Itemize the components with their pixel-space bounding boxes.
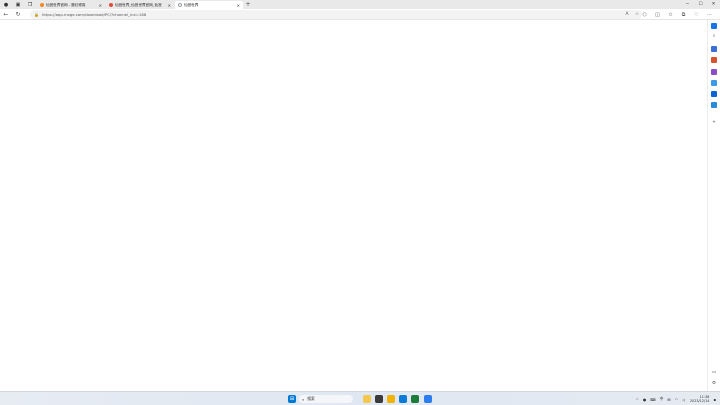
favorites-icon[interactable]: ✩ xyxy=(664,12,677,18)
taskbar-search[interactable]: ⌕ 搜索 xyxy=(299,395,353,403)
add-icon[interactable]: + xyxy=(711,120,717,126)
collections-icon[interactable]: ⧉ xyxy=(677,12,690,18)
tab-actions-icon[interactable]: ❐ xyxy=(24,0,36,9)
file-explorer-icon[interactable] xyxy=(387,395,395,403)
minimize-icon[interactable]: ─ xyxy=(681,0,694,9)
refresh-icon[interactable]: ↻ xyxy=(12,9,24,20)
tray-app-icon[interactable]: ● xyxy=(643,397,646,402)
extensions-icon[interactable]: ⬡ xyxy=(638,12,651,18)
tab-1[interactable]: 仙宫世界官网 - 魔幻修真 ✕ xyxy=(37,1,105,9)
keyboard-icon[interactable]: ⌨ xyxy=(650,397,655,402)
notification-icon[interactable]: ▪ xyxy=(713,397,716,402)
outlook-icon[interactable] xyxy=(711,91,717,97)
clock-date: 2023/12/14 xyxy=(689,399,710,403)
browser-toolbar: ← ↻ 🔒 https://app.mxge.com/download/PC/?… xyxy=(0,9,720,20)
tab-favicon-icon xyxy=(109,3,113,7)
browser-essentials-icon[interactable]: ♡ xyxy=(690,12,703,18)
sidebar-layout-icon[interactable]: ▭ xyxy=(711,370,717,376)
search-icon: ⌕ xyxy=(302,396,305,402)
tab-strip: ● ▣ ❐ 仙宫世界官网 - 魔幻修真 ✕ 仙宫世界_仙宫世界官网_仙宫 ✕ 仙… xyxy=(0,0,720,9)
wifi-icon[interactable]: ◠ xyxy=(675,397,678,402)
drop-icon[interactable] xyxy=(711,102,717,108)
maximize-icon[interactable]: ☐ xyxy=(694,0,707,9)
games-icon[interactable] xyxy=(711,69,717,75)
url-text: https://app.mxge.com/download/PC/?channe… xyxy=(41,12,147,17)
microsoft-365-icon[interactable] xyxy=(711,80,717,86)
volume-icon[interactable]: ◁ xyxy=(682,397,685,402)
edge-sidebar: ⌕ + ▭ ⚙ xyxy=(707,20,720,391)
clock[interactable]: 11:38 2023/12/14 xyxy=(690,395,710,403)
split-screen-icon[interactable]: ◫ xyxy=(651,12,664,18)
app-icon-1[interactable] xyxy=(363,395,371,403)
close-window-icon[interactable]: ✕ xyxy=(707,0,720,9)
toolbar-actions: ⬡ ◫ ✩ ⧉ ♡ ⋯ xyxy=(638,9,716,20)
address-bar[interactable]: 🔒 https://app.mxge.com/download/PC/?chan… xyxy=(30,10,642,19)
settings-gear-icon[interactable]: ⚙ xyxy=(711,381,717,387)
close-icon[interactable]: ✕ xyxy=(237,3,240,8)
language-indicator[interactable]: 中 xyxy=(660,396,664,402)
tab-title: 仙宫世界官网 - 魔幻修真 xyxy=(46,2,86,7)
tab-title: 仙宫世界 xyxy=(184,2,199,7)
windows-taskbar: ⊞ ⌕ 搜索 ^ ● ⌨ 中 ⊞ ◠ ◁ 11:38 2023/12/14 ▪ xyxy=(0,391,720,405)
read-aloud-icon[interactable]: A xyxy=(622,12,632,17)
browser-window: ● ▣ ❐ 仙宫世界官网 - 魔幻修真 ✕ 仙宫世界_仙宫世界官网_仙宫 ✕ 仙… xyxy=(0,0,720,391)
tab-title: 仙宫世界_仙宫世界官网_仙宫 xyxy=(115,2,162,7)
search-icon[interactable]: ⌕ xyxy=(711,34,717,40)
back-icon[interactable]: ← xyxy=(0,9,12,20)
edge-browser-icon[interactable] xyxy=(399,395,407,403)
app-icon-6[interactable] xyxy=(424,395,432,403)
close-icon[interactable]: ✕ xyxy=(99,3,102,8)
tools-icon[interactable] xyxy=(711,57,717,63)
new-tab-button[interactable]: + xyxy=(243,1,253,9)
chevron-up-icon[interactable]: ^ xyxy=(636,397,639,402)
shopping-icon[interactable] xyxy=(711,46,717,52)
close-icon[interactable]: ✕ xyxy=(168,3,171,8)
window-controls: ─ ☐ ✕ xyxy=(681,0,720,9)
lock-icon[interactable]: 🔒 xyxy=(34,12,39,17)
tab-3-active[interactable]: 仙宫世界 ✕ xyxy=(175,1,243,9)
more-menu-icon[interactable]: ⋯ xyxy=(703,12,716,18)
copilot-icon[interactable] xyxy=(711,23,717,29)
windows-start-icon[interactable]: ⊞ xyxy=(288,395,296,403)
search-placeholder: 搜索 xyxy=(307,396,315,401)
app-icon-2[interactable] xyxy=(375,395,383,403)
app-icon-5[interactable] xyxy=(411,395,419,403)
page-icon xyxy=(178,3,182,7)
tab-2[interactable]: 仙宫世界_仙宫世界官网_仙宫 ✕ xyxy=(106,1,174,9)
input-mode-icon[interactable]: ⊞ xyxy=(667,397,670,402)
system-tray: ^ ● ⌨ 中 ⊞ ◠ ◁ 11:38 2023/12/14 ▪ xyxy=(632,394,716,404)
tab-favicon-icon xyxy=(40,3,44,7)
page-content-blank xyxy=(0,20,707,391)
